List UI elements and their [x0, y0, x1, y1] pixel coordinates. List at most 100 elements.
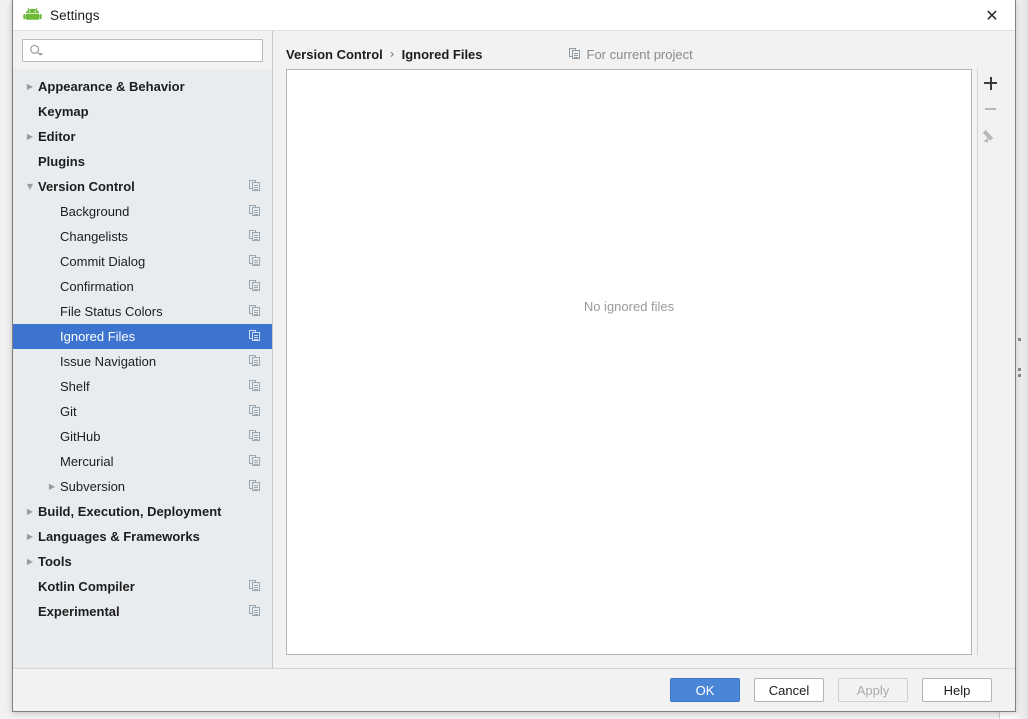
copy-icon — [249, 430, 261, 442]
sidebar-item-label: Build, Execution, Deployment — [38, 504, 222, 519]
chevron-down-icon: ▼ — [26, 181, 34, 191]
sidebar-item-label: GitHub — [60, 429, 101, 444]
sidebar-item-kotlin-compiler[interactable]: Kotlin Compiler — [13, 574, 272, 599]
sidebar-item-label: Changelists — [60, 229, 128, 244]
dialog-content: ▶ Appearance & Behavior Keymap ▶ Editor Plugi… — [13, 31, 1015, 668]
scope-note: For current project — [568, 46, 693, 62]
sidebar-item-build-execution-deployment[interactable]: ▶ Build, Execution, Deployment — [13, 499, 272, 524]
list-toolbar — [977, 69, 1003, 655]
dialog-titlebar: Settings ✕ — [13, 0, 1015, 31]
sidebar-item-commit-dialog[interactable]: Commit Dialog — [13, 249, 272, 274]
sidebar-item-editor[interactable]: ▶ Editor — [13, 124, 272, 149]
backdrop-marker — [1018, 338, 1021, 341]
remove-button[interactable] — [978, 96, 1004, 122]
cancel-button[interactable]: Cancel — [754, 678, 824, 702]
scope-note-label: For current project — [586, 46, 693, 62]
backdrop-marker — [1018, 368, 1021, 371]
copy-icon — [249, 305, 261, 317]
sidebar-item-background[interactable]: Background — [13, 199, 272, 224]
sidebar-item-label: Editor — [38, 129, 76, 144]
copy-icon — [568, 48, 581, 60]
sidebar-item-label: Ignored Files — [60, 329, 136, 344]
copy-icon — [249, 205, 261, 217]
sidebar-item-experimental[interactable]: Experimental — [13, 599, 272, 624]
copy-icon — [249, 480, 261, 492]
chevron-right-icon: ▶ — [26, 556, 34, 566]
sidebar-item-label: Kotlin Compiler — [38, 579, 135, 594]
chevron-right-icon: ▶ — [48, 481, 56, 491]
minus-icon — [985, 108, 996, 110]
ignored-files-list[interactable]: No ignored files — [286, 69, 972, 655]
sidebar-item-label: Mercurial — [60, 454, 114, 469]
add-button[interactable] — [978, 70, 1004, 96]
breadcrumb-separator-icon: › — [389, 47, 395, 61]
copy-icon — [249, 605, 261, 617]
sidebar-item-languages-frameworks[interactable]: ▶ Languages & Frameworks — [13, 524, 272, 549]
ok-button[interactable]: OK — [670, 678, 740, 702]
settings-tree: ▶ Appearance & Behavior Keymap ▶ Editor Plugi… — [13, 69, 272, 668]
copy-icon — [249, 355, 261, 367]
copy-icon — [249, 330, 261, 342]
sidebar-item-changelists[interactable]: Changelists — [13, 224, 272, 249]
sidebar-item-file-status-colors[interactable]: File Status Colors — [13, 299, 272, 324]
sidebar-item-label: Tools — [38, 554, 72, 569]
chevron-right-icon: ▶ — [26, 506, 34, 516]
sidebar-item-issue-navigation[interactable]: Issue Navigation — [13, 349, 272, 374]
sidebar-item-git[interactable]: Git — [13, 399, 272, 424]
sidebar-item-label: Keymap — [38, 104, 89, 119]
chevron-right-icon: ▶ — [26, 131, 34, 141]
sidebar-item-tools[interactable]: ▶ Tools — [13, 549, 272, 574]
apply-button[interactable]: Apply — [838, 678, 908, 702]
chevron-right-icon: ▶ — [26, 531, 34, 541]
backdrop-marker — [1018, 374, 1021, 377]
sidebar-item-label: Version Control — [38, 179, 135, 194]
android-robot-icon — [23, 6, 42, 25]
settings-dialog: Settings ✕ ▶ Appearance & Behavior Keyma… — [12, 0, 1016, 712]
settings-sidebar: ▶ Appearance & Behavior Keymap ▶ Editor Plugi… — [13, 31, 273, 668]
sidebar-item-ignored-files[interactable]: Ignored Files — [13, 324, 272, 349]
sidebar-item-confirmation[interactable]: Confirmation — [13, 274, 272, 299]
sidebar-item-label: Background — [60, 204, 130, 219]
copy-icon — [249, 230, 261, 242]
copy-icon — [249, 405, 261, 417]
sidebar-item-keymap[interactable]: Keymap — [13, 99, 272, 124]
sidebar-item-label: Commit Dialog — [60, 254, 146, 269]
sidebar-item-plugins[interactable]: Plugins — [13, 149, 272, 174]
sidebar-item-label: File Status Colors — [60, 304, 163, 319]
search-icon — [29, 44, 44, 58]
help-button[interactable]: Help — [922, 678, 992, 702]
sidebar-item-label: Appearance & Behavior — [38, 79, 185, 94]
copy-icon — [249, 580, 261, 592]
sidebar-item-mercurial[interactable]: Mercurial — [13, 449, 272, 474]
close-button[interactable]: ✕ — [969, 0, 1015, 31]
sidebar-item-label: Confirmation — [60, 279, 134, 294]
sidebar-item-subversion[interactable]: ▶ Subversion — [13, 474, 272, 499]
sidebar-item-version-control[interactable]: ▼ Version Control — [13, 174, 272, 199]
pencil-icon — [982, 128, 998, 145]
sidebar-item-label: Plugins — [38, 154, 85, 169]
chevron-right-icon: ▶ — [26, 81, 34, 91]
copy-icon — [249, 255, 261, 267]
sidebar-item-label: Git — [60, 404, 77, 419]
settings-detail-pane: Version Control › Ignored Files For curr… — [273, 31, 1015, 668]
breadcrumb-parent[interactable]: Version Control — [286, 47, 383, 62]
search-box[interactable] — [22, 39, 263, 62]
sidebar-item-label: Shelf — [60, 379, 90, 394]
ignored-files-panel-area: No ignored files — [286, 69, 1003, 655]
breadcrumb-current: Ignored Files — [401, 46, 483, 62]
sidebar-item-appearance-behavior[interactable]: ▶ Appearance & Behavior — [13, 74, 272, 99]
sidebar-item-label: Experimental — [38, 604, 120, 619]
empty-state-label: No ignored files — [583, 298, 675, 314]
sidebar-item-shelf[interactable]: Shelf — [13, 374, 272, 399]
dialog-title: Settings — [50, 7, 100, 23]
dialog-footer: OK Cancel Apply Help — [13, 668, 1015, 711]
search-input[interactable] — [44, 43, 262, 58]
copy-icon — [249, 280, 261, 292]
copy-icon — [249, 180, 261, 192]
breadcrumb: Version Control › Ignored Files For curr… — [273, 31, 1015, 69]
search-container — [13, 31, 272, 69]
edit-button[interactable] — [978, 122, 1004, 148]
copy-icon — [249, 380, 261, 392]
sidebar-item-github[interactable]: GitHub — [13, 424, 272, 449]
sidebar-item-label: Issue Navigation — [60, 354, 157, 369]
